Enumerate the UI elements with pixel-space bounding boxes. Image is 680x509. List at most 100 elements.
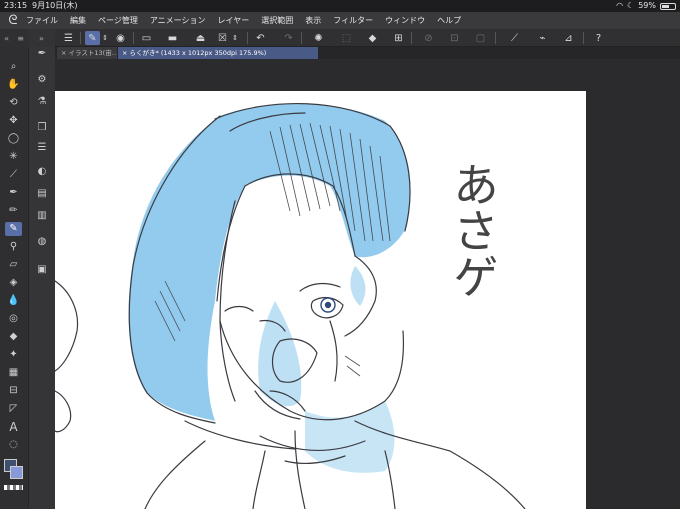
layer-stack-icon[interactable]: ☰	[34, 141, 50, 155]
handwritten-text: あさゲ	[446, 161, 500, 299]
pen-stroke-icon[interactable]: ⌁	[535, 31, 550, 45]
sketch-illustration	[55, 102, 526, 509]
new-file-icon[interactable]: ▭	[139, 31, 154, 45]
sub-color-swatch[interactable]	[10, 466, 23, 479]
menu-filter[interactable]: フィルター	[333, 15, 373, 26]
status-bar: 23:15 9月10日(木) ◠ ☾ 59%	[0, 0, 680, 12]
tab-bar: × イラスト13(宙… × らくがき* (1433 x 1012px 350dp…	[55, 47, 680, 59]
menu-file[interactable]: ファイル	[26, 15, 58, 26]
menu-page-management[interactable]: ページ管理	[98, 15, 138, 26]
tab-label: イラスト13(宙…	[68, 49, 117, 57]
color-set-icon[interactable]: ▤	[34, 187, 50, 201]
status-time: 23:15	[4, 1, 28, 10]
separator	[495, 32, 496, 44]
water-icon[interactable]: 💧	[5, 294, 22, 308]
redo-icon[interactable]: ↷	[281, 31, 296, 45]
crop-icon[interactable]: ⊡	[447, 31, 462, 45]
airbrush-icon[interactable]: ⚲	[5, 240, 22, 254]
spiral-icon[interactable]: ◎	[5, 312, 22, 326]
battery-percent: 59%	[638, 1, 656, 10]
material-icon[interactable]: ▣	[34, 263, 50, 277]
hand-icon[interactable]: ✋	[5, 78, 22, 92]
fill-bucket-icon[interactable]: ◆	[365, 31, 380, 45]
ruler-off-icon[interactable]: ⊘	[421, 31, 436, 45]
menu-bar: ᘓ ファイル 編集 ページ管理 アニメーション レイヤー 選択範囲 表示 フィル…	[0, 12, 680, 29]
balloon-icon[interactable]: ◌	[5, 438, 22, 452]
menu-view[interactable]: 表示	[305, 15, 321, 26]
drawing-paper[interactable]: あさゲ	[55, 91, 586, 509]
tool-property-icon[interactable]: ⚙	[34, 73, 50, 87]
tab-label: らくがき* (1433 x 1012px 350dpi 175.9%)	[129, 49, 267, 57]
brush-size-icon[interactable]: ⚗	[34, 95, 50, 109]
pen-angle-icon[interactable]: ⟋	[507, 31, 522, 45]
lasso-icon[interactable]: ◯	[5, 132, 22, 146]
menu-window[interactable]: ウィンドウ	[385, 15, 425, 26]
ruler-icon[interactable]: ◸	[5, 402, 22, 416]
eyedropper-icon[interactable]: ⟋	[5, 168, 22, 182]
color-indicator[interactable]	[4, 459, 24, 481]
pen-icon[interactable]: ✒	[5, 186, 22, 200]
move-icon[interactable]: ✥	[5, 114, 22, 128]
color-wheel-icon[interactable]: ◐	[34, 165, 50, 179]
export-icon[interactable]: ☒	[215, 31, 230, 45]
gradient-icon[interactable]: ▦	[5, 366, 22, 380]
battery-fill	[662, 4, 670, 8]
collapse-right-icon[interactable]: »	[39, 34, 44, 43]
status-date: 9月10日(木)	[32, 1, 78, 10]
transform-icon[interactable]: ⊞	[391, 31, 406, 45]
menu-layer[interactable]: レイヤー	[218, 15, 250, 26]
simple-mode-icon[interactable]: ✎	[85, 31, 100, 45]
separator	[80, 32, 81, 44]
battery-icon	[660, 2, 676, 10]
grip-icon[interactable]: ≡	[17, 34, 24, 43]
subtool-header[interactable]: »	[28, 29, 55, 47]
canvas-area[interactable]: あさゲ	[55, 59, 680, 509]
menu-help[interactable]: ヘルプ	[437, 15, 461, 26]
zoom-icon[interactable]: ⌕	[5, 60, 22, 74]
loading-icon[interactable]: ✺	[311, 31, 326, 45]
open-folder-icon[interactable]: ▬	[165, 31, 180, 45]
separator	[247, 32, 248, 44]
pen-settings-icon[interactable]: ✒	[34, 47, 50, 61]
navigator-icon[interactable]: ◍	[34, 235, 50, 249]
frame-border-icon[interactable]: ⊟	[5, 384, 22, 398]
tab-rakugaki[interactable]: × らくがき* (1433 x 1012px 350dpi 175.9%)	[118, 47, 318, 59]
pencil-icon[interactable]: ✏	[5, 204, 22, 218]
export-more-icon[interactable]: ⇕	[231, 31, 239, 45]
separator	[133, 32, 134, 44]
menu-toggle-icon[interactable]: ☰	[61, 31, 76, 45]
selection-icon[interactable]: ⬚	[339, 31, 354, 45]
separator	[301, 32, 302, 44]
layer-icon[interactable]: ❒	[34, 121, 50, 135]
wifi-icon: ◠	[616, 1, 624, 10]
mode-switch-icon[interactable]: ⇕	[101, 31, 109, 45]
brush-icon[interactable]: ✎	[5, 222, 22, 236]
menu-edit[interactable]: 編集	[70, 15, 86, 26]
collapse-left-icon[interactable]: «	[4, 34, 9, 43]
eraser-icon[interactable]: ▱	[5, 258, 22, 272]
separator	[411, 32, 412, 44]
rotate-icon[interactable]: ⟲	[5, 96, 22, 110]
command-bar: ☰ ✎ ⇕ ◉ ▭ ▬ ⏏ ☒ ⇕ ↶ ↷ ✺ ⬚ ◆ ⊞ ⊘ ⊡ ▢ ⟋ ⌁ …	[55, 29, 680, 47]
separator	[583, 32, 584, 44]
undo-icon[interactable]: ↶	[253, 31, 268, 45]
menu-selection[interactable]: 選択範囲	[261, 15, 293, 26]
tab-illustration[interactable]: × イラスト13(宙…	[57, 47, 117, 59]
color-slider-icon[interactable]: ▥	[34, 209, 50, 223]
pen-line-icon[interactable]: ⊿	[561, 31, 576, 45]
save-icon[interactable]: ⏏	[193, 31, 208, 45]
subtool-palette: ✒ ⚙ ⚗ ❒ ☰ ◐ ▤ ▥ ◍ ▣	[28, 47, 55, 509]
transparent-color-swatch[interactable]	[4, 485, 23, 490]
sparkle-icon[interactable]: ✦	[5, 348, 22, 362]
fill-icon[interactable]: ◆	[5, 330, 22, 344]
blend-icon[interactable]: ◈	[5, 276, 22, 290]
moon-icon: ☾	[627, 1, 635, 10]
toolbar-header[interactable]: « ≡	[0, 29, 28, 47]
help-icon[interactable]: ?	[591, 31, 606, 45]
menu-animation[interactable]: アニメーション	[150, 15, 206, 26]
magic-wand-icon[interactable]: ✳	[5, 150, 22, 164]
text-icon[interactable]: A	[5, 420, 22, 434]
frame-icon[interactable]: ▢	[473, 31, 488, 45]
companion-icon[interactable]: ◉	[113, 31, 128, 45]
app-logo-icon[interactable]: ᘓ	[0, 13, 26, 28]
